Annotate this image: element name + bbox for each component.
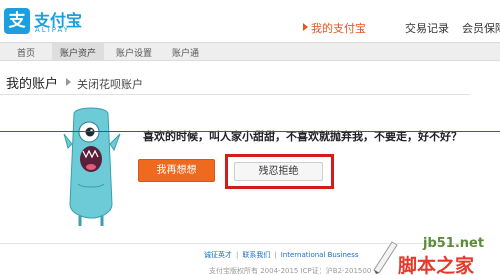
footer-separator: | bbox=[236, 251, 239, 259]
sub-nav: 首页 账户资产 账户设置 账户通 bbox=[0, 42, 500, 61]
watermark-pen-icon bbox=[373, 241, 398, 274]
footer-link-careers[interactable]: 诚征英才 bbox=[204, 251, 232, 259]
subnav-account-assets[interactable]: 账户资产 bbox=[52, 43, 105, 60]
annotation-line bbox=[0, 131, 500, 132]
subnav-account-settings[interactable]: 账户设置 bbox=[116, 46, 152, 59]
logo-en: ALIPAY bbox=[35, 26, 71, 34]
nav-member-protection[interactable]: 会员保障 bbox=[462, 20, 500, 36]
think-again-button[interactable]: 我再想想 bbox=[138, 159, 215, 182]
alipay-logo-icon: 支 bbox=[4, 8, 30, 34]
page-title[interactable]: 我的账户 bbox=[6, 77, 58, 92]
footer-links: 诚征英才 | 联系我们 | International Business bbox=[204, 250, 359, 260]
highlight-annotation bbox=[225, 154, 334, 189]
subnav-home[interactable]: 首页 bbox=[17, 46, 35, 59]
nav-transactions[interactable]: 交易记录 bbox=[405, 20, 449, 36]
page: 支 支付宝 ALIPAY 我的支付宝 交易记录 会员保障 首页 账户资产 账户设… bbox=[0, 0, 500, 275]
header: 支 支付宝 ALIPAY 我的支付宝 交易记录 会员保障 bbox=[0, 0, 500, 42]
footer-link-international[interactable]: International Business bbox=[281, 251, 359, 259]
mascot-monster-icon bbox=[63, 107, 121, 226]
nav-my-alipay[interactable]: 我的支付宝 bbox=[303, 20, 366, 36]
watermark-url: jb51.net bbox=[423, 236, 485, 251]
breadcrumb-current: 关闭花呗账户 bbox=[77, 78, 144, 91]
breadcrumb-arrow-icon bbox=[66, 78, 72, 86]
footer-separator: | bbox=[274, 251, 277, 259]
copyright: 支付宝版权所有 2004-2015 ICP证：沪B2-201500 bbox=[209, 267, 372, 275]
watermark-name: 脚本之家 bbox=[398, 255, 475, 275]
breadcrumb: 我的账户 关闭花呗账户 bbox=[6, 73, 143, 92]
footer-link-contact[interactable]: 联系我们 bbox=[242, 251, 270, 259]
top-nav: 我的支付宝 交易记录 会员保障 bbox=[300, 20, 500, 40]
divider bbox=[0, 94, 470, 95]
alipay-logo[interactable]: 支 支付宝 ALIPAY bbox=[4, 6, 94, 38]
subnav-account-link[interactable]: 账户通 bbox=[172, 46, 199, 59]
